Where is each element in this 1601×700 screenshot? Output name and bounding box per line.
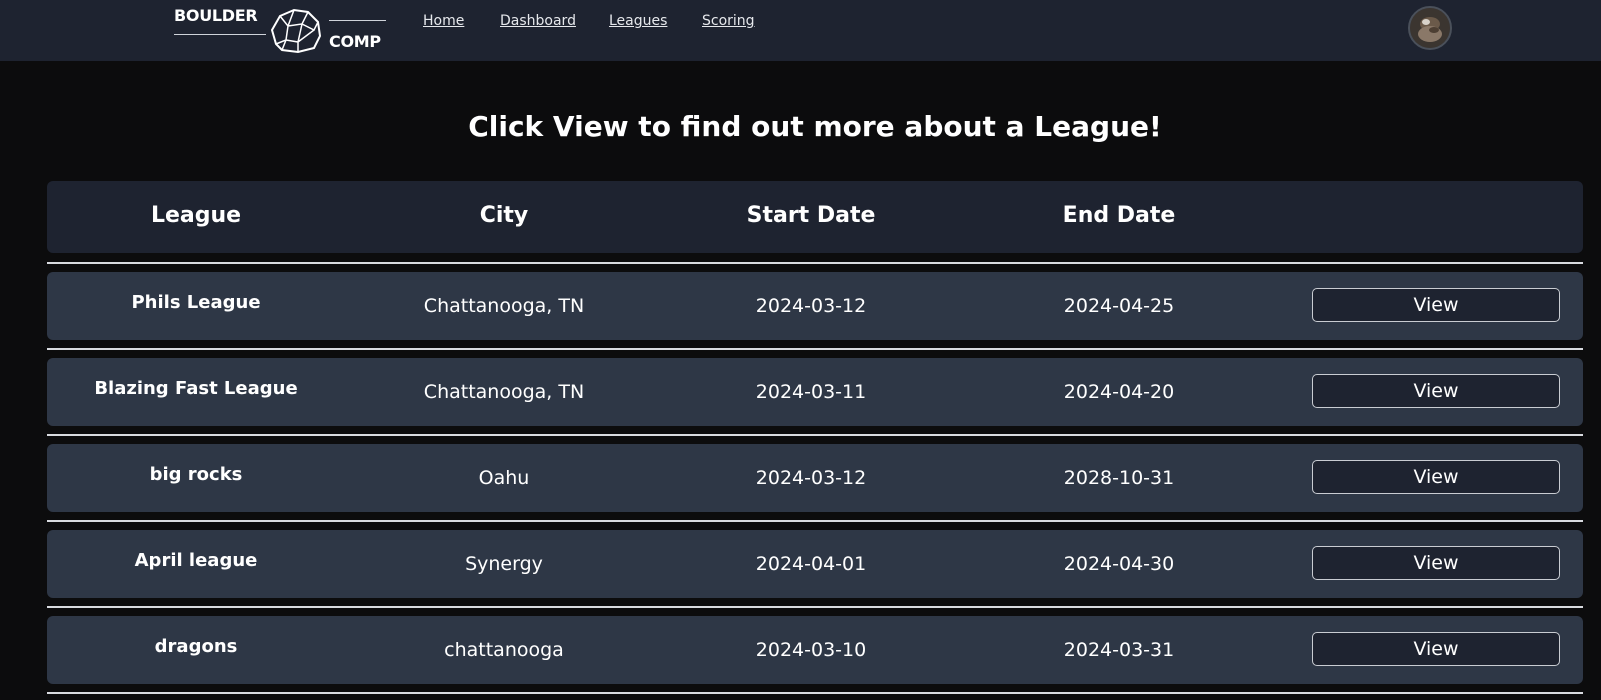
view-button[interactable]: View — [1312, 288, 1560, 322]
table-row: Blazing Fast League Chattanooga, TN 2024… — [47, 358, 1583, 426]
cell-league: Phils League — [131, 292, 261, 313]
logo-text-comp: COMP — [329, 32, 381, 51]
row-divider — [47, 434, 1583, 436]
cell-league: April league — [134, 550, 258, 571]
cell-end-date: 2024-04-25 — [1063, 295, 1175, 317]
cell-city: chattanooga — [444, 639, 564, 661]
logo-line-right — [329, 20, 386, 21]
row-divider — [47, 520, 1583, 522]
row-divider — [47, 348, 1583, 350]
row-divider — [47, 262, 1583, 264]
view-button[interactable]: View — [1312, 374, 1560, 408]
cell-end-date: 2024-04-20 — [1063, 381, 1175, 403]
cell-end-date: 2028-10-31 — [1063, 467, 1175, 489]
header-league: League — [150, 203, 242, 228]
cell-league: big rocks — [149, 464, 243, 485]
cell-city: Chattanooga, TN — [423, 295, 585, 317]
cell-league: dragons — [154, 636, 238, 657]
cell-start-date: 2024-03-10 — [755, 639, 867, 661]
logo-line-left — [174, 34, 266, 35]
row-divider — [47, 606, 1583, 608]
logo-text-boulder: BOULDER — [174, 6, 258, 25]
table-row: April league Synergy 2024-04-01 2024-04-… — [47, 530, 1583, 598]
nav-link-home[interactable]: Home — [423, 13, 464, 29]
boulder-comp-logo[interactable]: BOULDER COMP — [174, 4, 388, 56]
view-button[interactable]: View — [1312, 546, 1560, 580]
cell-start-date: 2024-04-01 — [755, 553, 867, 575]
page-title: Click View to find out more about a Leag… — [468, 110, 1162, 143]
cell-end-date: 2024-04-30 — [1063, 553, 1175, 575]
cell-league: Blazing Fast League — [94, 378, 298, 399]
cell-end-date: 2024-03-31 — [1063, 639, 1175, 661]
cell-city: Synergy — [465, 553, 543, 575]
navbar: BOULDER COMP Home Dashboard Leagues Scor… — [0, 0, 1601, 61]
nav-link-scoring[interactable]: Scoring — [702, 13, 755, 29]
cell-start-date: 2024-03-12 — [755, 467, 867, 489]
cell-start-date: 2024-03-11 — [755, 381, 867, 403]
view-button[interactable]: View — [1312, 460, 1560, 494]
nav-link-dashboard[interactable]: Dashboard — [500, 13, 576, 29]
table-row: Phils League Chattanooga, TN 2024-03-12 … — [47, 272, 1583, 340]
boulder-rock-icon — [270, 8, 322, 54]
cell-city: Chattanooga, TN — [423, 381, 585, 403]
row-divider — [47, 692, 1583, 694]
avatar-image — [1410, 8, 1450, 48]
table-row: big rocks Oahu 2024-03-12 2028-10-31 Vie… — [47, 444, 1583, 512]
view-button[interactable]: View — [1312, 632, 1560, 666]
cell-start-date: 2024-03-12 — [755, 295, 867, 317]
cell-city: Oahu — [478, 467, 530, 489]
table-row: dragons chattanooga 2024-03-10 2024-03-3… — [47, 616, 1583, 684]
table-header: League City Start Date End Date — [47, 181, 1583, 253]
nav-link-leagues[interactable]: Leagues — [609, 13, 667, 29]
user-avatar[interactable] — [1408, 6, 1452, 50]
header-end-date: End Date — [1062, 203, 1176, 228]
header-city: City — [479, 203, 529, 228]
header-start-date: Start Date — [746, 203, 876, 228]
